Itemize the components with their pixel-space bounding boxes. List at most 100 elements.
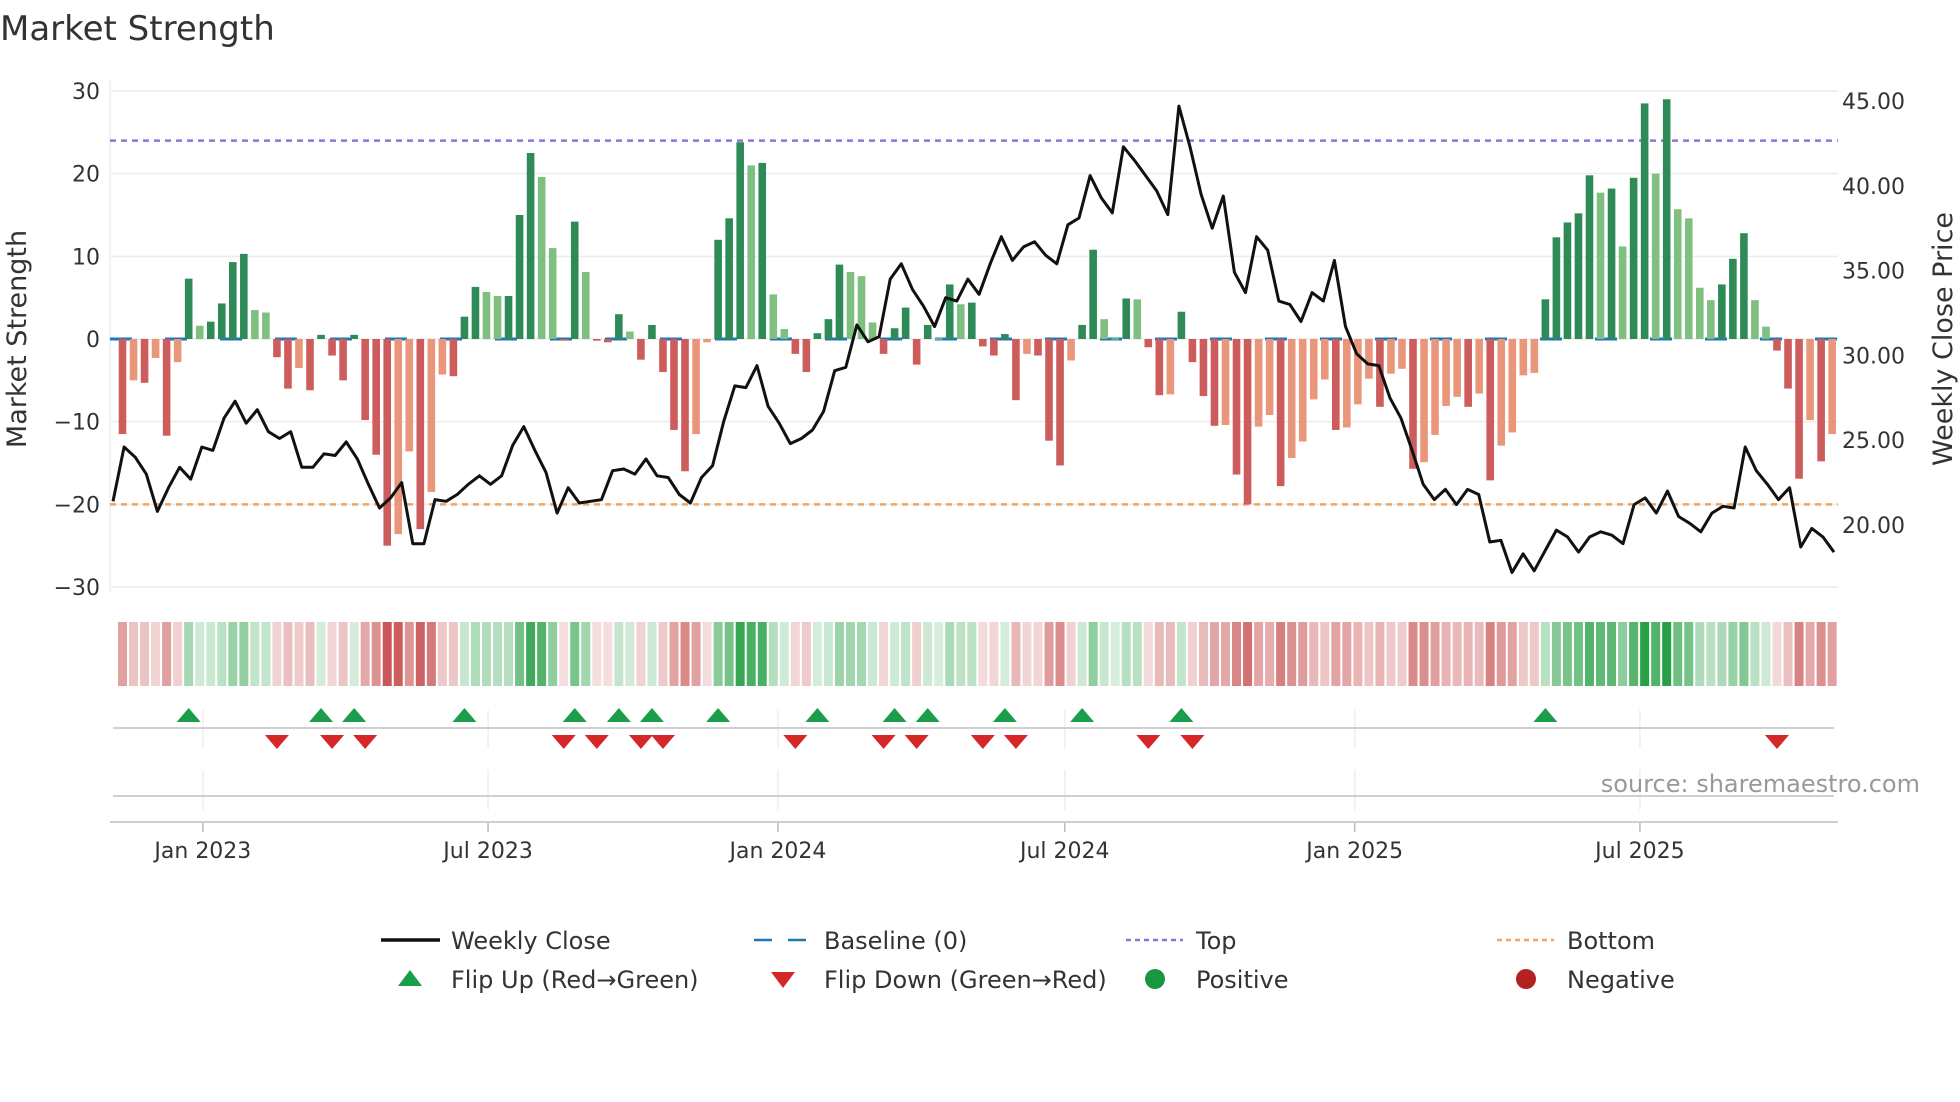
heat-cell (812, 622, 822, 686)
strength-bar (1475, 339, 1483, 394)
legend-item: Baseline (0) (754, 927, 967, 955)
flip-up-icon (805, 708, 830, 722)
heat-cell (1198, 622, 1208, 686)
heat-cell (890, 622, 900, 686)
heat-cell (515, 622, 525, 686)
strength-bar (151, 339, 160, 359)
strength-bar (1133, 299, 1142, 339)
strength-bar (1464, 339, 1472, 407)
heat-cell (360, 622, 370, 686)
strength-bar (339, 339, 347, 381)
strength-bar (1684, 218, 1693, 339)
heat-cell (162, 622, 172, 686)
flip-down-icon (551, 735, 576, 749)
heat-cell (923, 622, 933, 686)
heat-cell (1000, 622, 1010, 686)
strength-bar (1431, 339, 1439, 435)
strength-bar (813, 333, 822, 339)
flip-up-icon (1533, 708, 1558, 722)
heat-cell (382, 622, 392, 686)
heat-cell (504, 622, 514, 686)
strength-bar (791, 339, 800, 354)
y2-tick-label: 30.00 (1842, 344, 1905, 369)
strength-bar (1740, 233, 1748, 339)
strength-bar (1144, 339, 1153, 348)
strength-bar (570, 221, 579, 339)
strength-bar (1762, 326, 1770, 339)
heat-cell (1176, 622, 1186, 686)
strength-bar (1276, 339, 1285, 487)
strength-bar (229, 262, 237, 339)
legend-label: Flip Down (Green→Red) (824, 966, 1107, 994)
strength-bar (184, 278, 193, 339)
strength-bar (923, 324, 932, 339)
strength-bar (317, 334, 325, 339)
x-axis: Jan 2023 Jul 2023 Jan 2024 Jul 2024 Jan 2025… (110, 727, 1838, 864)
heat-cell (1474, 622, 1484, 686)
strength-bar (1001, 334, 1009, 339)
y-tick-label: −10 (54, 411, 100, 436)
heat-cell (1673, 622, 1683, 686)
legend-item: Weekly Close (381, 927, 611, 955)
heat-cell (978, 622, 988, 686)
strength-bar (1497, 339, 1506, 446)
strength-bar (1309, 339, 1318, 400)
flip-up-icon (562, 708, 587, 722)
heat-cell (1717, 622, 1727, 686)
heat-cell (1794, 622, 1804, 686)
strength-bar (162, 339, 171, 436)
strength-bar (736, 142, 744, 339)
heat-cell (945, 622, 955, 686)
strength-bar (703, 339, 711, 343)
heat-cell (1121, 622, 1131, 686)
heat-cell (437, 622, 447, 686)
heat-cell (1397, 622, 1407, 686)
heat-cell (1618, 622, 1628, 686)
strength-bar (592, 339, 601, 341)
flip-up-icon (1169, 708, 1194, 722)
strength-bar (1188, 339, 1197, 363)
strength-bar (394, 339, 403, 535)
strength-bar (1795, 339, 1803, 479)
strength-bar (1552, 237, 1561, 339)
heat-cell (581, 622, 591, 686)
heat-cell (669, 622, 679, 686)
strength-bar (1541, 299, 1550, 339)
heat-cell (1430, 622, 1440, 686)
heat-cell (173, 622, 183, 686)
heat-cell (768, 622, 778, 686)
heat-cell (1298, 622, 1308, 686)
heat-cell (1232, 622, 1242, 686)
heat-cell (1706, 622, 1716, 686)
strength-bar (990, 339, 998, 356)
strength-bar (1508, 339, 1517, 433)
strength-bar (1607, 188, 1616, 339)
strength-bar (1089, 249, 1097, 339)
heat-cell (989, 622, 999, 686)
flip-down-icon (320, 735, 345, 749)
heat-cell (1011, 622, 1021, 686)
strength-bar (1210, 339, 1219, 426)
heat-cell (1033, 622, 1043, 686)
heat-cell (1551, 622, 1561, 686)
heat-cell (614, 622, 624, 686)
heat-cell (1419, 622, 1429, 686)
strength-bar (1365, 339, 1373, 379)
strength-bar (206, 321, 215, 339)
flip-down-icon (1003, 735, 1028, 749)
heat-cell (118, 622, 127, 686)
heat-cell (1154, 622, 1164, 686)
heat-cell (1099, 622, 1109, 686)
heat-cell (658, 622, 668, 686)
heat-cell (415, 622, 425, 686)
y2-tick-label: 40.00 (1842, 175, 1905, 200)
flip-down-icon (904, 735, 929, 749)
strength-bar (802, 339, 811, 373)
heat-cell (1662, 622, 1672, 686)
heat-cell (1320, 622, 1330, 686)
strength-bar (626, 331, 634, 339)
strength-bar (1519, 339, 1528, 376)
x-tick-label: Jan 2025 (1304, 839, 1403, 864)
heat-cell (239, 622, 249, 686)
strength-bar (1287, 339, 1296, 459)
